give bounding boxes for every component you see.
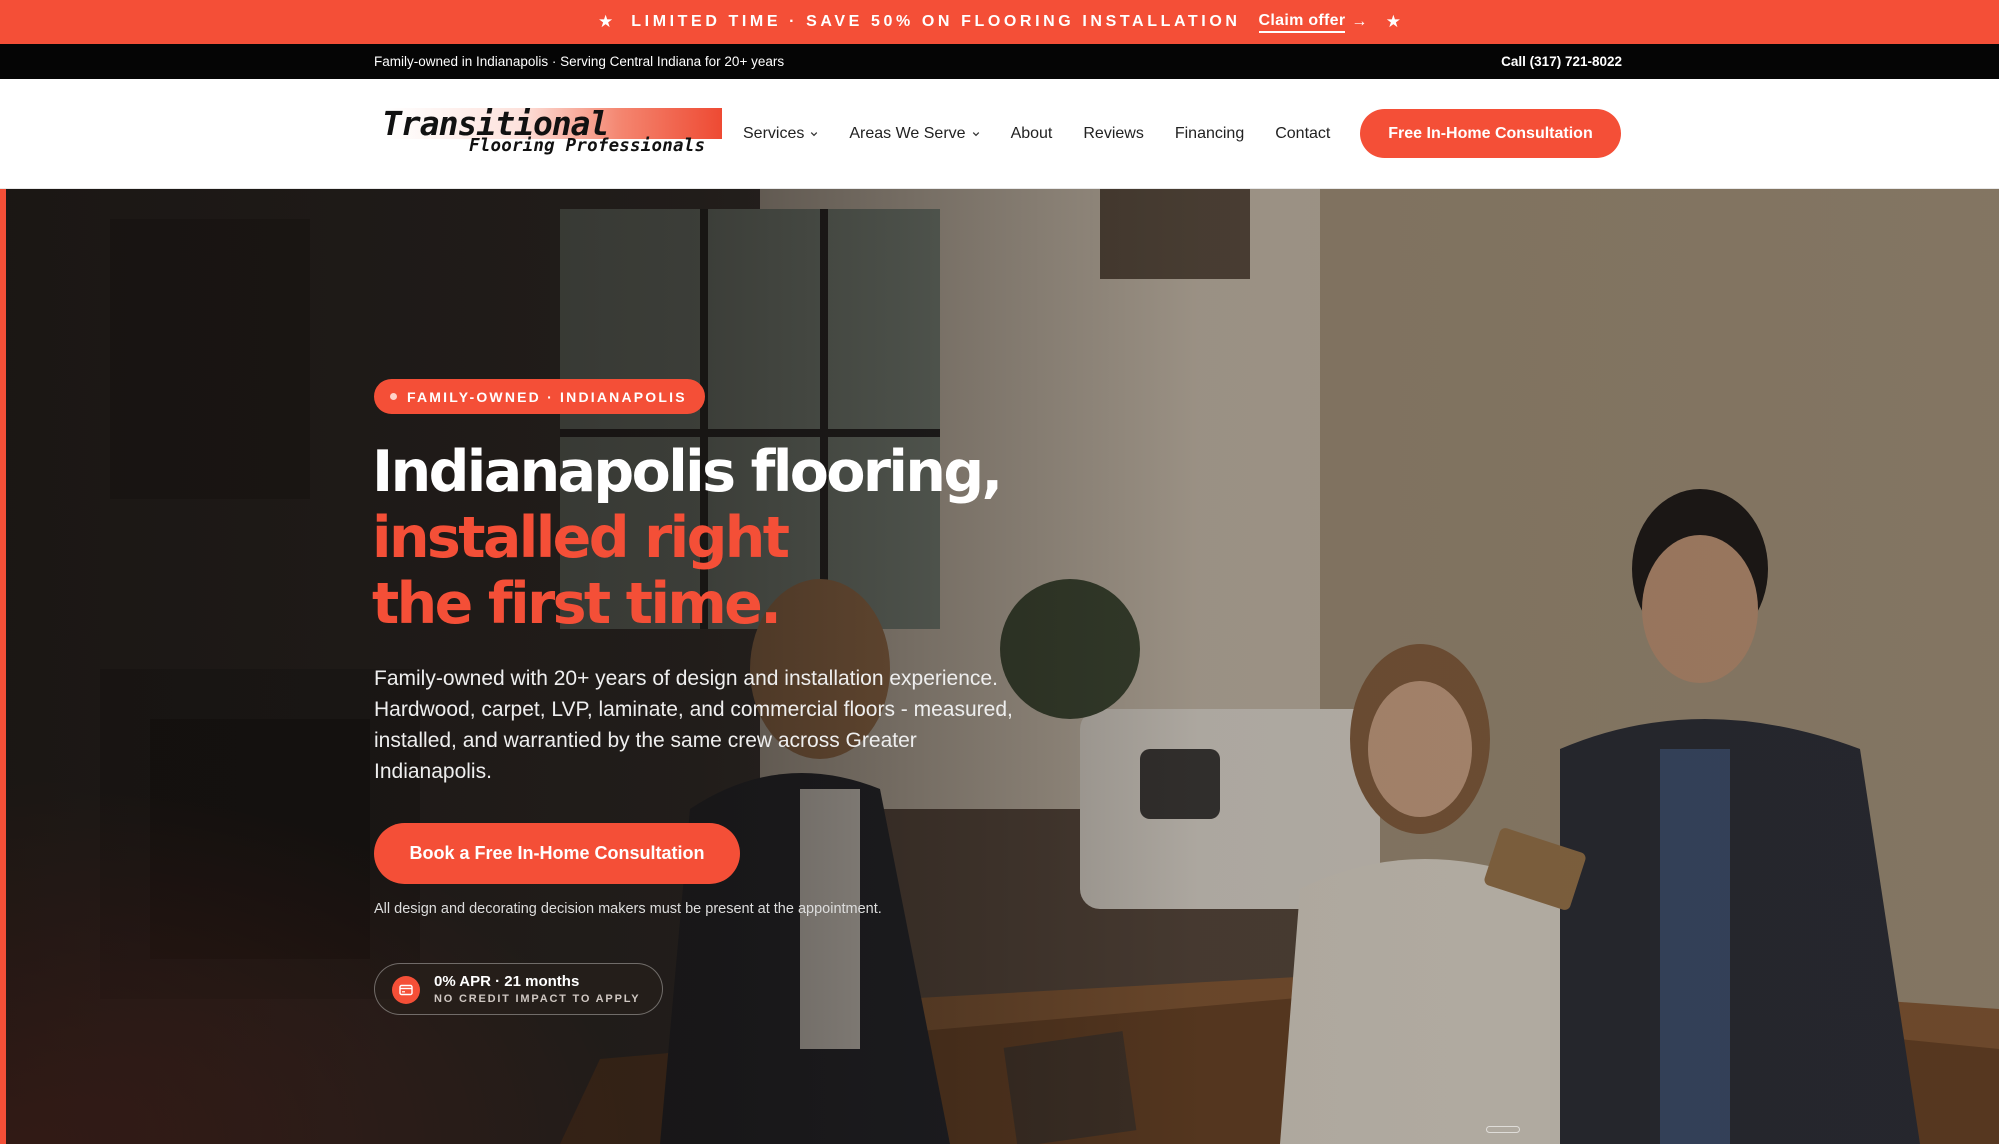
star-icon: ★: [1385, 12, 1401, 31]
promo-banner: ★ LIMITED TIME · SAVE 50% ON FLOORING IN…: [0, 0, 1999, 44]
nav-item-label: Contact: [1275, 125, 1331, 142]
main-navigation: Transitional Flooring Professionals Serv…: [0, 79, 1999, 189]
hero-disclaimer: All design and decorating decision maker…: [374, 901, 882, 917]
credit-card-icon: [392, 976, 420, 1004]
nav-item-label: Services: [743, 125, 805, 142]
nav-item-financing[interactable]: Financing: [1175, 125, 1244, 143]
arrow-right-icon: →: [1351, 13, 1368, 30]
chevron-down-icon: [811, 132, 818, 137]
star-icon: ★: [598, 12, 614, 31]
nav-item-areas-we-serve[interactable]: Areas We Serve: [849, 125, 979, 143]
nav-item-about[interactable]: About: [1011, 125, 1053, 143]
nav-item-label: About: [1010, 125, 1053, 142]
utility-tagline: Family-owned in Indianapolis · Serving C…: [374, 54, 785, 69]
nav-menu: Services Areas We Serve About Reviews Fi…: [743, 79, 1361, 189]
nav-item-services[interactable]: Services: [743, 125, 818, 143]
nav-item-reviews[interactable]: Reviews: [1083, 125, 1143, 143]
nav-item-label: Financing: [1174, 125, 1245, 142]
scroll-indicator: [1486, 1126, 1520, 1133]
nav-item-contact[interactable]: Contact: [1275, 125, 1330, 143]
book-consultation-button[interactable]: Book a Free In-Home Consultation: [374, 823, 740, 884]
hero-accent-edge: [0, 189, 6, 1144]
promo-text: LIMITED TIME · SAVE 50% ON FLOORING INST…: [631, 13, 1241, 30]
nav-item-label: Areas We Serve: [849, 125, 966, 142]
claim-offer-link[interactable]: Claim offer →: [1258, 12, 1368, 33]
financing-title: 0% APR · 21 months: [434, 973, 580, 990]
financing-pill[interactable]: 0% APR · 21 months NO CREDIT IMPACT TO A…: [374, 963, 663, 1015]
hero-badge: FAMILY-OWNED · INDIANAPOLIS: [374, 379, 705, 414]
hero-headline: Indianapolis flooring, installed right t…: [372, 439, 1072, 637]
hero-headline-line-2: installed right: [372, 505, 790, 571]
utility-bar: Family-owned in Indianapolis · Serving C…: [0, 44, 1999, 79]
hero-badge-label: FAMILY-OWNED · INDIANAPOLIS: [407, 388, 687, 405]
site-logo[interactable]: Transitional Flooring Professionals: [382, 104, 722, 160]
hero-headline-line-3: the first time.: [372, 571, 782, 637]
logo-line-2: Flooring Professionals: [469, 136, 706, 156]
claim-offer-label: Claim offer: [1258, 12, 1346, 33]
nav-item-label: Reviews: [1083, 125, 1144, 142]
chevron-down-icon: [972, 132, 979, 137]
hero-headline-line-1: Indianapolis flooring,: [372, 439, 1003, 505]
badge-dot-icon: [390, 393, 397, 400]
free-consultation-button[interactable]: Free In-Home Consultation: [1360, 109, 1621, 158]
hero-description: Family-owned with 20+ years of design an…: [374, 667, 1013, 783]
financing-subtitle: NO CREDIT IMPACT TO APPLY: [434, 993, 641, 1005]
hero-section: FAMILY-OWNED · INDIANAPOLIS Indianapolis…: [0, 189, 1999, 1144]
call-phone-link[interactable]: Call (317) 721-8022: [1501, 54, 1622, 69]
